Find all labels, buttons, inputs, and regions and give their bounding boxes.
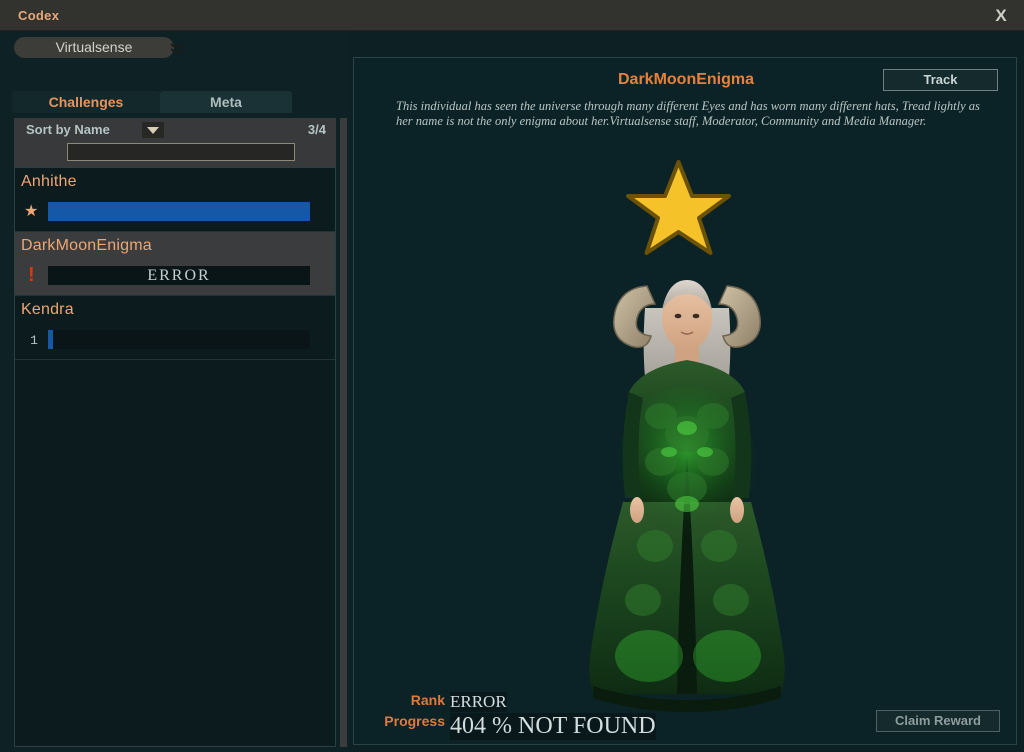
list-item-name: DarkMoonEnigma bbox=[21, 237, 152, 254]
progress-label bbox=[48, 202, 310, 221]
detail-panel: DarkMoonEnigma Track This individual has… bbox=[353, 57, 1017, 745]
list-item-progress-bar bbox=[48, 202, 310, 221]
progress-label: ERROR bbox=[147, 267, 211, 284]
list-item-progress-bar: ERROR bbox=[48, 266, 310, 285]
progress-label: Progress bbox=[384, 713, 445, 729]
sort-by-name-button[interactable]: Sort by Name bbox=[26, 122, 110, 137]
list-scrollbar[interactable] bbox=[340, 118, 347, 747]
claim-reward-button[interactable]: Claim Reward bbox=[876, 710, 1000, 732]
list-item[interactable]: Kendra 1 bbox=[15, 296, 335, 360]
search-input[interactable] bbox=[67, 143, 295, 161]
caret-down-icon[interactable] bbox=[142, 122, 164, 138]
double-chevron-down-icon[interactable] bbox=[168, 39, 186, 56]
list-item-name: Anhithe bbox=[21, 173, 77, 190]
challenge-list[interactable]: Anhithe ★ DarkMoonEnigma ! ERROR Kendra bbox=[14, 167, 336, 747]
list-item[interactable]: Anhithe ★ bbox=[15, 168, 335, 232]
gold-star-badge-icon bbox=[626, 158, 731, 258]
tab-meta[interactable]: Meta bbox=[160, 91, 292, 113]
close-icon[interactable]: X bbox=[988, 4, 1014, 28]
character-portrait bbox=[537, 256, 837, 716]
star-icon: ★ bbox=[24, 203, 39, 220]
rank-label: Rank bbox=[410, 692, 445, 708]
progress-value: 404 % NOT FOUND bbox=[450, 713, 656, 740]
window-title: Codex bbox=[18, 8, 60, 23]
list-toolbar: Sort by Name 3/4 bbox=[14, 118, 336, 167]
detail-description: This individual has seen the universe th… bbox=[396, 99, 980, 128]
window-titlebar: Codex X bbox=[0, 0, 1024, 31]
rank-value: ERROR bbox=[450, 692, 507, 712]
sidebar-panel: Virtualsense Challenges Meta Sort by Nam… bbox=[0, 31, 350, 752]
completion-count: 3/4 bbox=[307, 122, 326, 137]
track-button[interactable]: Track bbox=[883, 69, 998, 91]
list-item-name: Kendra bbox=[21, 301, 74, 318]
tab-challenges[interactable]: Challenges bbox=[12, 91, 160, 113]
list-item[interactable]: DarkMoonEnigma ! ERROR bbox=[15, 232, 335, 296]
progress-label bbox=[48, 330, 310, 349]
list-item-rank: 1 bbox=[30, 333, 38, 348]
realm-selector-dropdown[interactable]: Virtualsense bbox=[14, 37, 174, 58]
codex-window: Codex X Virtualsense Challenges Meta Sor… bbox=[0, 0, 1024, 752]
sidebar-tabs: Challenges Meta bbox=[12, 91, 292, 113]
warning-exclamation-icon: ! bbox=[28, 264, 35, 286]
list-item-progress-bar bbox=[48, 330, 310, 349]
